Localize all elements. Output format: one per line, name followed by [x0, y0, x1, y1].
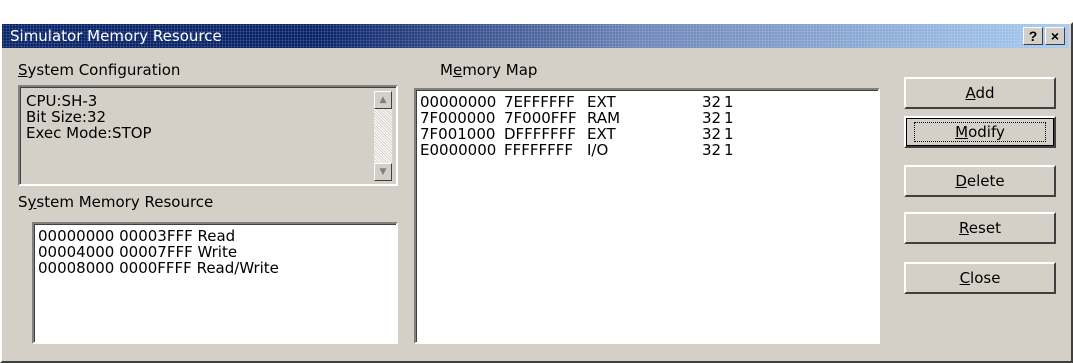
memory-map-cell-start: 00000000: [420, 93, 497, 111]
memory-map-cell-end: 7F000FFF: [504, 109, 577, 127]
scroll-down-icon[interactable]: ▼: [374, 163, 392, 181]
memory-map-cell-start: E0000000: [420, 141, 497, 159]
memory-map-cell-type: EXT: [587, 93, 616, 111]
system-configuration-box: CPU:SH-3 Bit Size:32 Exec Mode:STOP ▲ ▼: [18, 85, 398, 186]
memory-map-cell-start: 7F001000: [420, 125, 496, 143]
memory-map-cell-wait: 1: [724, 125, 734, 143]
memory-map-cell-type: RAM: [587, 109, 621, 127]
title-bar[interactable]: Simulator Memory Resource ? ×: [2, 24, 1069, 48]
memory-map-row[interactable]: 7F001000 DFFFFFFF EXT 32 1: [420, 126, 860, 142]
config-scrollbar[interactable]: ▲ ▼: [374, 91, 392, 181]
system-configuration-label-rest: ystem Configuration: [27, 61, 181, 79]
delete-button[interactable]: Delete: [904, 165, 1056, 197]
memory-map-cell-width: 32: [702, 141, 722, 159]
memory-map-cell-end: FFFFFFFF: [504, 141, 574, 159]
memory-map-cell-width: 32: [702, 125, 722, 143]
close-button[interactable]: Close: [904, 262, 1056, 294]
memory-map-cell-wait: 1: [724, 141, 734, 159]
system-memory-resource-label: System Memory Resource: [18, 193, 214, 211]
memory-map-cell-width: 32: [702, 93, 722, 111]
memory-map-row[interactable]: E0000000 FFFFFFFF I/O 32 1: [420, 142, 860, 158]
memory-map-cell-width: 32: [702, 109, 722, 127]
window-title: Simulator Memory Resource: [10, 27, 222, 45]
config-line: Exec Mode:STOP: [26, 124, 152, 142]
scroll-track[interactable]: [374, 109, 392, 163]
list-item[interactable]: 00000000 00003FFF Read: [38, 228, 279, 244]
scroll-up-icon[interactable]: ▲: [374, 91, 392, 109]
memory-map-row[interactable]: 00000000 7EFFFFFF EXT 32 1: [420, 94, 860, 110]
memory-map-row[interactable]: 7F000000 7F000FFF RAM 32 1: [420, 110, 860, 126]
memory-map-label-rest: mory Map: [462, 61, 538, 79]
modify-button[interactable]: Modify: [904, 116, 1056, 148]
memory-map-cell-end: DFFFFFFF: [504, 125, 576, 143]
close-window-button[interactable]: ×: [1045, 27, 1065, 45]
add-button[interactable]: Add: [904, 77, 1056, 109]
memory-map-cell-wait: 1: [724, 93, 734, 111]
memory-map-cell-type: EXT: [587, 125, 616, 143]
memory-map-list[interactable]: 00000000 7EFFFFFF EXT 32 1 7F000000 7F000FFF RA…: [414, 88, 880, 344]
memory-map-cell-start: 7F000000: [420, 109, 496, 127]
memory-map-cell-end: 7EFFFFFF: [504, 93, 575, 111]
reset-button[interactable]: Reset: [904, 212, 1056, 244]
memory-map-label: Memory Map: [440, 61, 538, 79]
system-configuration-label: System Configuration: [18, 61, 181, 79]
config-line: CPU:SH-3: [26, 92, 98, 110]
system-memory-resource-label-rest: stem Memory Resource: [36, 193, 214, 211]
memory-map-cell-type: I/O: [587, 141, 609, 159]
list-item[interactable]: 00008000 0000FFFF Read/Write: [38, 260, 279, 276]
memory-map-cell-wait: 1: [724, 109, 734, 127]
system-memory-list[interactable]: 00000000 00003FFF Read 00004000 00007FFF…: [32, 222, 398, 344]
config-line: Bit Size:32: [26, 108, 107, 126]
list-item[interactable]: 00004000 00007FFF Write: [38, 244, 279, 260]
help-button[interactable]: ?: [1023, 27, 1043, 45]
